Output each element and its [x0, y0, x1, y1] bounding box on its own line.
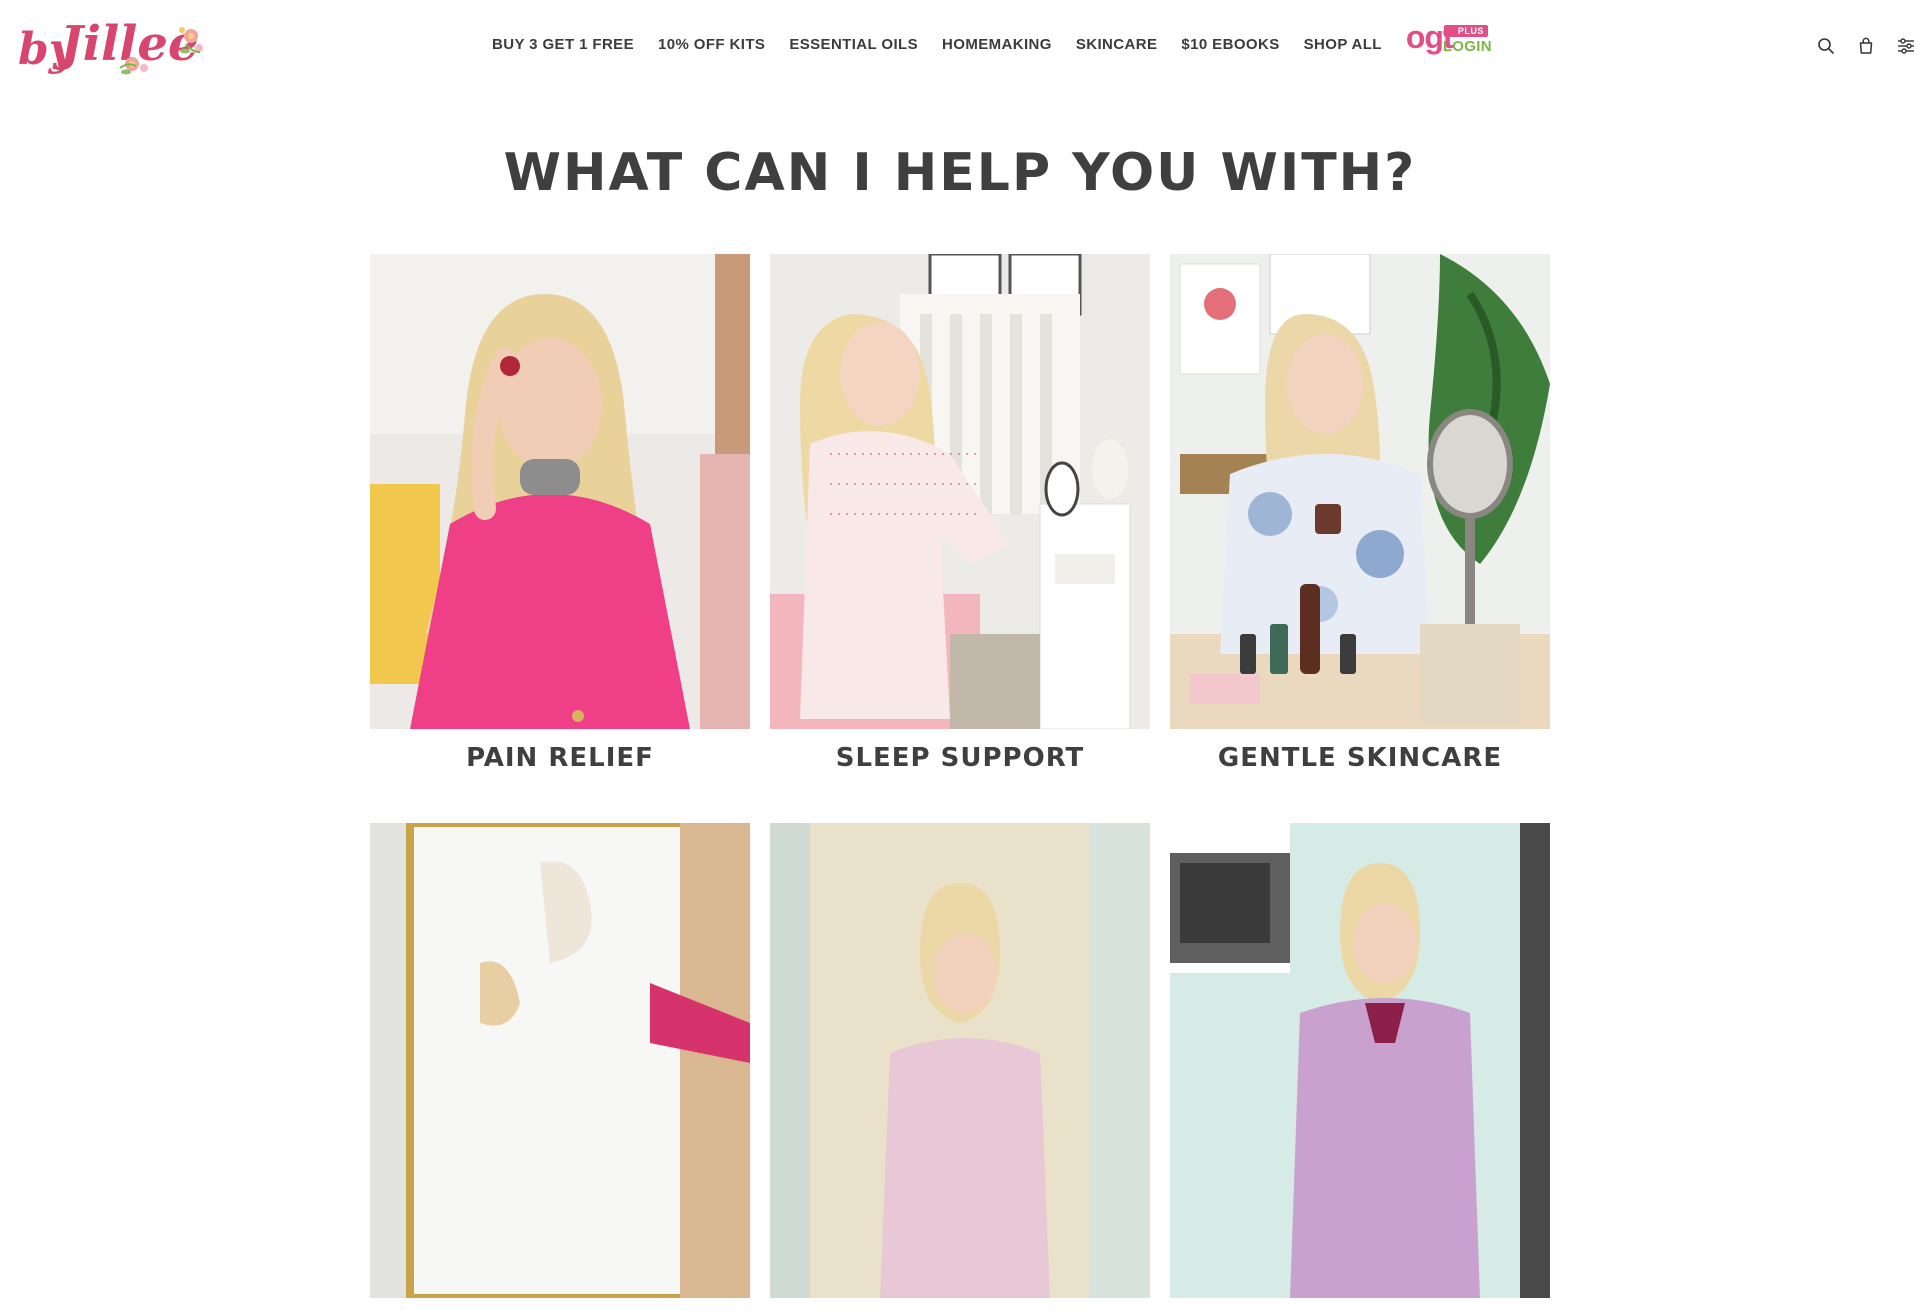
ogt-plus-badge: PLUS: [1443, 25, 1488, 37]
nav-item-essential-oils[interactable]: ESSENTIAL OILS: [789, 31, 918, 59]
by-jillee-logo-icon: by Jillee: [18, 16, 203, 75]
sleep-support-photo: [770, 254, 1150, 729]
ogt-plus-login-link[interactable]: ogt PLUS LOGIN: [1406, 19, 1496, 65]
gentle-skincare-photo: [1170, 254, 1550, 729]
logo[interactable]: by Jillee: [16, 8, 206, 80]
category-label: GENTLE SKINCARE: [1217, 743, 1503, 773]
nav-item-10-ebooks[interactable]: $10 EBOOKS: [1181, 31, 1279, 59]
header-icon-group: [1798, 34, 1920, 58]
page-title: WHAT CAN I HELP YOU WITH?: [503, 143, 1417, 203]
nav-item-shop-all[interactable]: SHOP ALL: [1304, 31, 1382, 59]
category-label: SLEEP SUPPORT: [835, 743, 1085, 773]
ogt-login-label: LOGIN: [1442, 38, 1492, 55]
category-card-pain-relief[interactable]: PAIN RELIEF: [370, 254, 750, 775]
nav-item-10-off-kits[interactable]: 10% OFF KITS: [658, 31, 765, 59]
site-header: by Jillee BUY 3 GET 1 FREE 10% OFF KITS …: [0, 0, 1920, 92]
nav-item-buy-3-get-1-free[interactable]: BUY 3 GET 1 FREE: [492, 31, 634, 59]
filter-settings-icon[interactable]: [1894, 34, 1918, 58]
category-card-4[interactable]: [370, 823, 750, 1310]
category-photo: [770, 823, 1150, 1298]
category-label: PAIN RELIEF: [466, 743, 654, 773]
search-icon[interactable]: [1814, 34, 1838, 58]
category-card-sleep-support[interactable]: SLEEP SUPPORT: [770, 254, 1150, 775]
category-photo: [1170, 823, 1550, 1298]
main-nav: BUY 3 GET 1 FREE 10% OFF KITS ESSENTIAL …: [492, 19, 1496, 59]
category-card-6[interactable]: [1170, 823, 1550, 1310]
category-photo: [370, 823, 750, 1298]
nav-item-homemaking[interactable]: HOMEMAKING: [942, 31, 1052, 59]
nav-item-skincare[interactable]: SKINCARE: [1076, 31, 1158, 59]
pain-relief-photo: [370, 254, 750, 729]
category-card-5[interactable]: [770, 823, 1150, 1310]
shopping-bag-icon[interactable]: [1854, 34, 1878, 58]
category-card-gentle-skincare[interactable]: GENTLE SKINCARE: [1170, 254, 1550, 775]
